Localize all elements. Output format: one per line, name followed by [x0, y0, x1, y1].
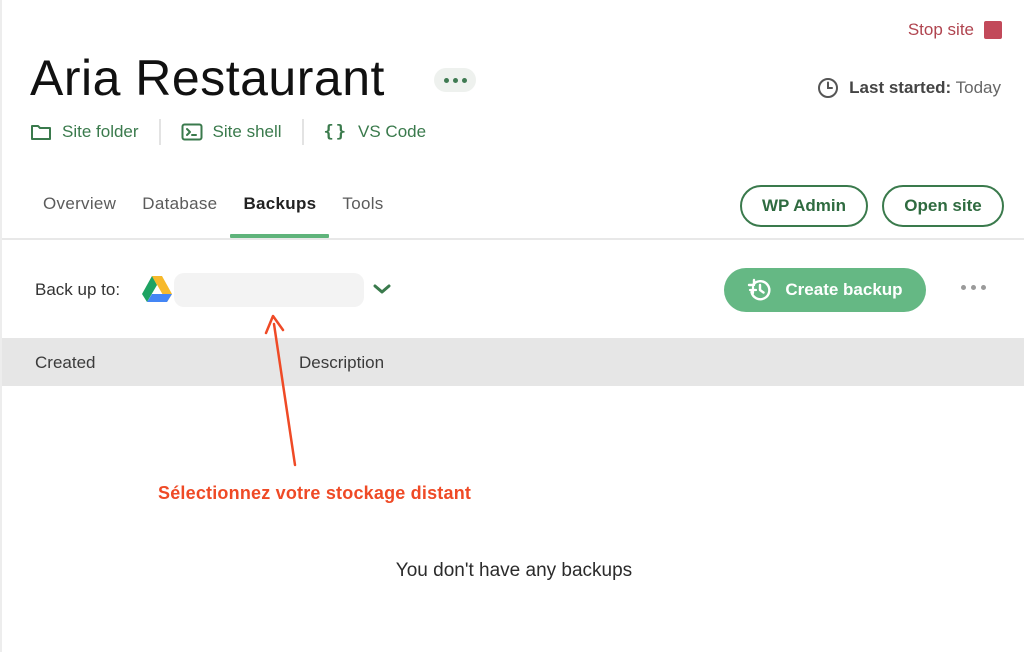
- site-folder-label: Site folder: [62, 122, 139, 141]
- back-up-to-label: Back up to:: [35, 280, 121, 299]
- page-title: Aria Restaurant: [30, 50, 385, 106]
- site-links: Site folder Site shell {} VS Code: [30, 119, 446, 145]
- stop-icon: [984, 21, 1002, 39]
- stop-site-button[interactable]: Stop site: [908, 20, 1002, 40]
- app-window: Stop site Aria Restaurant Last started: …: [0, 0, 1024, 652]
- site-more-options-button[interactable]: [434, 68, 476, 92]
- tab-divider: [2, 238, 1024, 240]
- tab-tools[interactable]: Tools: [329, 190, 396, 238]
- annotation-arrow: [264, 314, 297, 467]
- site-shell-link[interactable]: Site shell: [181, 122, 302, 142]
- tab-overview[interactable]: Overview: [30, 190, 129, 238]
- vs-code-link[interactable]: {} VS Code: [324, 122, 447, 142]
- column-header-created[interactable]: Created: [35, 353, 95, 373]
- last-started-label: Last started:: [849, 78, 952, 97]
- column-header-description[interactable]: Description: [299, 353, 384, 373]
- terminal-icon: [181, 123, 203, 141]
- open-site-button[interactable]: Open site: [882, 185, 1004, 227]
- more-dot-icon: [981, 285, 986, 290]
- create-backup-button[interactable]: Create backup: [724, 268, 926, 312]
- backup-history-icon: [748, 278, 771, 301]
- folder-icon: [31, 125, 51, 140]
- backups-more-options-button[interactable]: [961, 285, 986, 290]
- annotation-label: Sélectionnez votre stockage distant: [158, 483, 472, 503]
- clock-icon: [818, 78, 839, 98]
- more-dot-icon: [961, 285, 966, 290]
- last-started-info: Last started: Today: [817, 77, 1001, 99]
- chevron-down-icon[interactable]: [371, 282, 393, 296]
- link-divider: [301, 119, 304, 145]
- more-dot-icon: [971, 285, 976, 290]
- vs-code-label: VS Code: [358, 122, 427, 141]
- google-drive-icon: [142, 276, 172, 302]
- more-dot-icon: [443, 77, 449, 83]
- tab-database[interactable]: Database: [129, 190, 230, 238]
- more-dot-icon: [461, 77, 467, 83]
- more-dot-icon: [452, 77, 458, 83]
- wp-admin-button[interactable]: WP Admin: [740, 185, 868, 227]
- storage-select[interactable]: [174, 273, 364, 307]
- last-started-value: Today: [955, 78, 1001, 97]
- site-folder-link[interactable]: Site folder: [30, 122, 159, 142]
- backups-table-header: Created Description: [2, 338, 1024, 386]
- link-divider: [158, 119, 161, 145]
- create-backup-label: Create backup: [785, 280, 903, 299]
- stop-site-label: Stop site: [907, 20, 974, 39]
- empty-state-message: You don't have any backups: [395, 560, 633, 581]
- tab-bar: Overview Database Backups Tools: [30, 190, 397, 238]
- tab-backups[interactable]: Backups: [230, 190, 330, 238]
- site-shell-label: Site shell: [212, 122, 282, 141]
- code-braces-icon: {}: [323, 122, 349, 142]
